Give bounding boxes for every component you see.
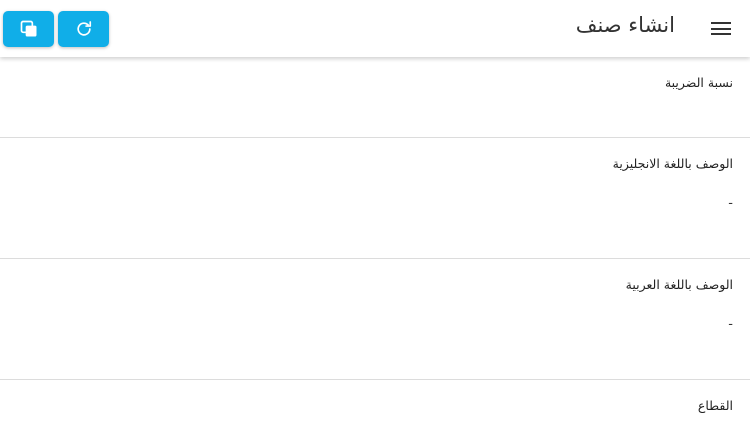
field-english-description: الوصف باللغة الانجليزية - (0, 138, 750, 259)
field-label: الوصف باللغة الانجليزية (612, 156, 733, 171)
copy-icon (20, 20, 36, 37)
hamburger-menu-icon[interactable] (711, 19, 731, 37)
field-arabic-description: الوصف باللغة العربية - (0, 259, 750, 380)
field-label: الوصف باللغة العربية (625, 277, 733, 292)
refresh-icon (76, 21, 91, 36)
page-title: انشاء صنف (575, 13, 675, 37)
field-tax-rate: نسبة الضريبة (0, 57, 750, 138)
field-label: نسبة الضريبة (664, 75, 733, 90)
copy-button[interactable] (3, 11, 54, 47)
field-value: - (728, 317, 733, 332)
refresh-button[interactable] (58, 11, 109, 47)
field-label: القطاع (697, 398, 733, 413)
app-bar: انشاء صنف (0, 0, 750, 57)
field-value: - (728, 196, 733, 211)
field-sector: القطاع (0, 380, 750, 440)
